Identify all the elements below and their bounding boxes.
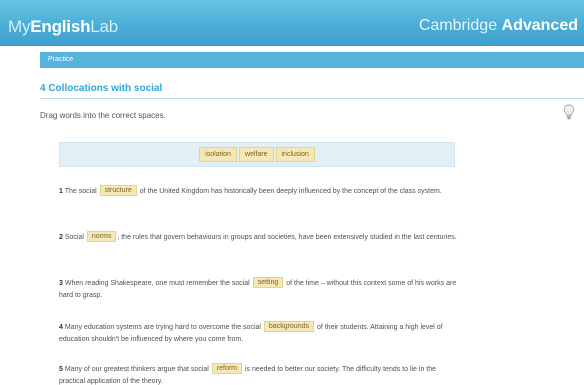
brand-part-english: English bbox=[30, 17, 91, 36]
course-name: Cambridge bbox=[418, 17, 502, 34]
question-number: 1 bbox=[59, 188, 63, 195]
lightbulb-icon bbox=[563, 104, 575, 120]
exercise-title: 4 Collocations with social bbox=[40, 83, 163, 94]
breadcrumb-practice[interactable]: Practice bbox=[48, 56, 73, 63]
hint-button[interactable] bbox=[563, 104, 575, 125]
breadcrumb[interactable]: Practice bbox=[40, 52, 584, 68]
app-header: MyEnglishLab Cambridge Advanced bbox=[0, 0, 584, 46]
answer-gap-3[interactable]: setting bbox=[252, 277, 284, 288]
instructions-text: Drag words into the correct spaces. bbox=[40, 111, 166, 120]
question-text-after: , the rules that govern behaviours in gr… bbox=[117, 234, 457, 241]
word-tile-isolation[interactable]: isolation bbox=[199, 147, 237, 162]
question-item-5: 5 Many of our greatest thinkers argue th… bbox=[59, 363, 459, 385]
answer-gap-1[interactable]: structure bbox=[99, 185, 137, 196]
question-number: 3 bbox=[59, 280, 63, 287]
answer-gap-2[interactable]: norms bbox=[86, 231, 117, 242]
word-tile-welfare[interactable]: welfare bbox=[238, 147, 274, 162]
question-number: 2 bbox=[59, 234, 63, 241]
question-text-before: Many education systems are trying hard t… bbox=[64, 324, 261, 331]
title-divider bbox=[40, 98, 584, 99]
word-bank: isolation welfare inclusion bbox=[59, 142, 455, 167]
answer-gap-4[interactable]: backgrounds bbox=[263, 321, 314, 332]
question-item-1: 1 The social structure of the United Kin… bbox=[59, 185, 459, 198]
brand-part-my: My bbox=[8, 17, 31, 36]
question-item-2: 2 Social norms, the rules that govern be… bbox=[59, 231, 459, 244]
question-text-after: of the United Kingdom has historically b… bbox=[139, 188, 442, 195]
course-title: Cambridge Advanced bbox=[419, 17, 578, 35]
brand-logo[interactable]: MyEnglishLab bbox=[8, 17, 118, 37]
question-number: 5 bbox=[59, 366, 63, 373]
brand-part-lab: Lab bbox=[90, 17, 119, 36]
question-text-before: The social bbox=[64, 188, 97, 195]
question-text-before: When reading Shakespeare, one must remem… bbox=[64, 280, 250, 287]
question-item-3: 3 When reading Shakespeare, one must rem… bbox=[59, 277, 459, 302]
word-tile-inclusion[interactable]: inclusion bbox=[275, 147, 315, 162]
answer-gap-5[interactable]: reform bbox=[211, 363, 243, 374]
course-level: Advanced bbox=[501, 17, 578, 34]
question-text-before: Many of our greatest thinkers argue that… bbox=[64, 366, 209, 373]
question-number: 4 bbox=[59, 324, 63, 331]
question-item-4: 4 Many education systems are trying hard… bbox=[59, 321, 459, 346]
question-text-before: Social bbox=[64, 234, 84, 241]
